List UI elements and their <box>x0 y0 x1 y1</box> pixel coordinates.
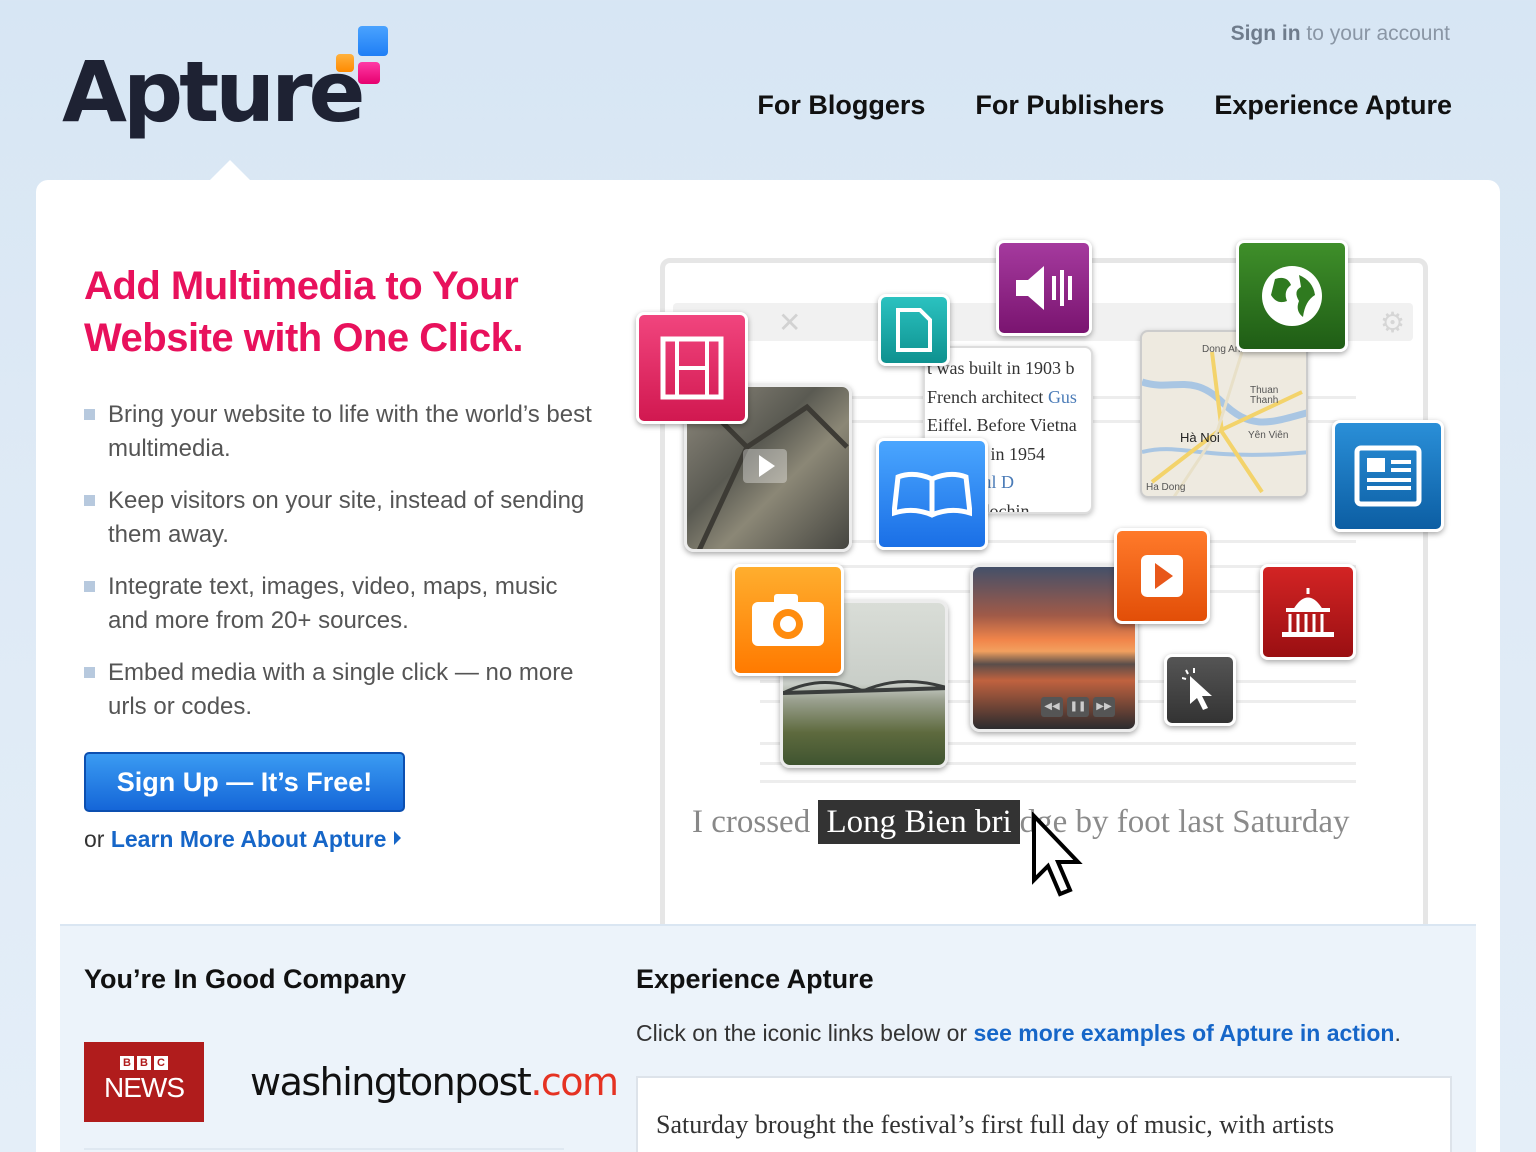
map-label: Thuan Thanh <box>1250 385 1279 406</box>
arrow-right-icon <box>394 831 402 845</box>
map-label: Hà Noi <box>1180 430 1220 445</box>
experience-title: Experience Apture <box>636 964 874 994</box>
bbc-blocks: BBC <box>84 1056 204 1070</box>
capitol-icon-graphic <box>1282 588 1334 637</box>
learn-more-link[interactable]: Learn More About Apture <box>111 826 387 852</box>
play-icon-graphic <box>1141 555 1183 597</box>
globe-icon <box>1236 240 1348 352</box>
close-icon: ✕ <box>778 307 802 338</box>
bbc-block: B <box>137 1056 151 1070</box>
film-icon <box>636 312 748 424</box>
speaker-icon-graphic <box>1016 266 1072 310</box>
speaker-icon <box>996 240 1092 336</box>
article-line: t was built in 1903 b <box>927 358 1075 378</box>
feature-item: Integrate text, images, video, maps, mus… <box>84 570 594 638</box>
logo-wordmark: Apture <box>62 43 365 141</box>
play-icon <box>1114 528 1210 624</box>
see-more-examples-link[interactable]: see more examples of Apture in action <box>973 1020 1394 1046</box>
nav-for-publishers[interactable]: For Publishers <box>975 90 1164 121</box>
bbc-news-text: NEWS <box>104 1072 185 1103</box>
cursor-click-icon-graphic <box>1182 668 1212 710</box>
learn-prefix: or <box>84 826 111 852</box>
signin-bold[interactable]: Sign in <box>1231 22 1301 45</box>
feature-list: Bring your website to life with the worl… <box>84 398 594 742</box>
bbc-news-logo[interactable]: BBC NEWS <box>84 1042 204 1122</box>
learn-more: or Learn More About Apture <box>84 826 402 853</box>
document-icon-graphic <box>896 308 932 352</box>
wapo-main: washingtonpost <box>250 1060 532 1104</box>
experience-description: Click on the iconic links below or see m… <box>636 1020 1401 1047</box>
logo-square-pink <box>358 62 380 84</box>
caption-before: I crossed <box>692 804 819 840</box>
document-icon <box>878 294 950 366</box>
nav-for-bloggers[interactable]: For Bloggers <box>757 90 925 121</box>
washingtonpost-logo[interactable]: washingtonpost.com <box>250 1060 619 1104</box>
apture-logo[interactable]: Apture <box>62 26 402 158</box>
signin-rest: to your account <box>1300 22 1450 45</box>
globe-icon-graphic <box>1262 266 1322 326</box>
map-label: Yên Viên <box>1248 430 1289 441</box>
article-line-text: French architect <box>927 386 1048 407</box>
bbc-block: C <box>154 1056 168 1070</box>
cursor-click-icon <box>1164 654 1236 726</box>
book-icon <box>876 438 988 550</box>
camera-icon-graphic <box>752 594 824 646</box>
card-notch <box>210 160 250 180</box>
media-controls-icon: ◀◀ ❚❚ ▶▶ <box>1041 697 1115 717</box>
article-link: Gus <box>1047 386 1077 407</box>
bbc-block: B <box>120 1056 134 1070</box>
camera-icon <box>732 564 844 676</box>
nav-experience-apture[interactable]: Experience Apture <box>1214 90 1452 121</box>
logo-square-blue <box>358 26 388 56</box>
newspaper-icon-graphic <box>1354 445 1422 507</box>
caption-highlight: Long Bien bri <box>818 800 1020 844</box>
text-line <box>760 780 1356 783</box>
experience-desc-suffix: . <box>1394 1020 1401 1046</box>
article-line: Eiffel. Before Vietna <box>927 415 1077 435</box>
map-label: Ha Dong <box>1146 482 1186 493</box>
logos-divider <box>84 1148 564 1150</box>
hero-headline: Add Multimedia to Your Website with One … <box>84 264 523 360</box>
map-preview: Dong Anh Thuan Thanh Hà Noi Yên Viên Ha … <box>1140 330 1308 498</box>
experience-desc-prefix: Click on the iconic links below or <box>636 1020 974 1046</box>
map-graphic <box>1142 351 1306 496</box>
gear-icon: ⚙ <box>1380 307 1406 338</box>
signin-link[interactable]: Sign in to your account <box>1231 22 1450 46</box>
feature-item: Keep visitors on your site, instead of s… <box>84 484 594 552</box>
company-title: You’re In Good Company <box>84 964 407 994</box>
logo-square-orange <box>336 54 354 72</box>
article-line: French architect Gus <box>927 383 1091 412</box>
book-icon-graphic <box>892 471 972 518</box>
feature-item: Embed media with a single click — no mor… <box>84 656 594 724</box>
newspaper-icon <box>1332 420 1444 532</box>
mouse-cursor-icon <box>1032 812 1083 897</box>
feature-item: Bring your website to life with the worl… <box>84 398 594 466</box>
capitol-icon <box>1260 564 1356 660</box>
sunset-photo: ◀◀ ❚❚ ▶▶ <box>970 564 1138 732</box>
top-nav: For Bloggers For Publishers Experience A… <box>757 90 1452 121</box>
example-article-text: Saturday brought the festival’s first fu… <box>656 1110 1335 1139</box>
wapo-dot: .com <box>530 1060 619 1104</box>
signup-button[interactable]: Sign Up — It’s Free! <box>84 752 405 812</box>
film-icon-graphic <box>660 336 724 400</box>
selection-caption: I crossed Long Bien bri dge by foot last … <box>692 800 1350 844</box>
